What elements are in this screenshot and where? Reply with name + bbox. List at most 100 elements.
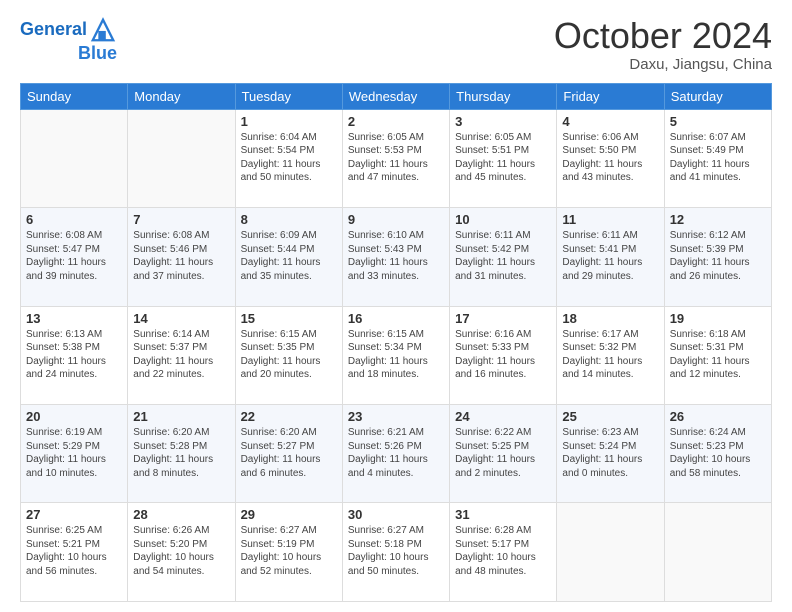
calendar-cell: 11Sunrise: 6:11 AM Sunset: 5:41 PM Dayli…	[557, 208, 664, 306]
calendar-cell	[557, 503, 664, 602]
day-info: Sunrise: 6:26 AM Sunset: 5:20 PM Dayligh…	[133, 524, 229, 578]
calendar-cell: 28 Sunrise: 6:26 AM Sunset: 5:20 PM Dayli…	[128, 503, 235, 602]
day-info: Sunrise: 6:15 AM Sunset: 5:34 PM Dayligh…	[348, 328, 444, 382]
day-info: Sunrise: 6:14 AM Sunset: 5:37 PM Dayligh…	[133, 328, 229, 382]
day-number: 10	[455, 212, 551, 227]
logo-icon	[89, 16, 117, 44]
day-info: Sunrise: 6:20 AM Sunset: 5:27 PM Dayligh…	[241, 426, 337, 480]
calendar-cell: 17 Sunrise: 6:16 AM Sunset: 5:33 PM Dayli…	[450, 306, 557, 404]
day-info: Sunrise: 6:27 AM Sunset: 5:18 PM Dayligh…	[348, 524, 444, 578]
calendar-cell: 14 Sunrise: 6:14 AM Sunset: 5:37 PM Dayli…	[128, 306, 235, 404]
day-info: Sunrise: 6:04 AM Sunset: 5:54 PM Dayligh…	[241, 131, 337, 185]
weekday-header-sunday: Sunday	[21, 83, 128, 109]
day-number: 3	[455, 114, 551, 129]
day-number: 4	[562, 114, 658, 129]
day-info: Sunrise: 6:06 AM Sunset: 5:50 PM Dayligh…	[562, 131, 658, 185]
calendar-cell: 6 Sunrise: 6:08 AM Sunset: 5:47 PM Daylig…	[21, 208, 128, 306]
calendar-table: SundayMondayTuesdayWednesdayThursdayFrid…	[20, 83, 772, 602]
day-info: Sunrise: 6:12 AM Sunset: 5:39 PM Dayligh…	[670, 229, 766, 283]
day-number: 23	[348, 409, 444, 424]
day-number: 31	[455, 507, 551, 522]
logo-subtext: Blue	[78, 44, 117, 64]
calendar-cell	[128, 109, 235, 207]
logo: General Blue	[20, 16, 117, 64]
calendar-cell: 22 Sunrise: 6:20 AM Sunset: 5:27 PM Dayli…	[235, 405, 342, 503]
day-info: Sunrise: 6:17 AM Sunset: 5:32 PM Dayligh…	[562, 328, 658, 382]
calendar-cell: 8Sunrise: 6:09 AM Sunset: 5:44 PM Daylig…	[235, 208, 342, 306]
day-info: Sunrise: 6:09 AM Sunset: 5:44 PM Dayligh…	[241, 229, 337, 283]
day-number: 5	[670, 114, 766, 129]
logo-text: General	[20, 20, 87, 40]
calendar-week-row: 6 Sunrise: 6:08 AM Sunset: 5:47 PM Daylig…	[21, 208, 772, 306]
weekday-header-monday: Monday	[128, 83, 235, 109]
day-info: Sunrise: 6:07 AM Sunset: 5:49 PM Dayligh…	[670, 131, 766, 185]
calendar-cell: 1Sunrise: 6:04 AM Sunset: 5:54 PM Daylig…	[235, 109, 342, 207]
calendar-week-row: 20Sunrise: 6:19 AM Sunset: 5:29 PM Dayli…	[21, 405, 772, 503]
calendar-week-row: 13 Sunrise: 6:13 AM Sunset: 5:38 PM Dayli…	[21, 306, 772, 404]
day-number: 26	[670, 409, 766, 424]
day-number: 17	[455, 311, 551, 326]
calendar-cell: 2 Sunrise: 6:05 AM Sunset: 5:53 PM Daylig…	[342, 109, 449, 207]
day-number: 27	[26, 507, 122, 522]
calendar-cell: 25 Sunrise: 6:23 AM Sunset: 5:24 PM Dayli…	[557, 405, 664, 503]
calendar-cell: 5 Sunrise: 6:07 AM Sunset: 5:49 PM Daylig…	[664, 109, 771, 207]
calendar-cell: 20Sunrise: 6:19 AM Sunset: 5:29 PM Dayli…	[21, 405, 128, 503]
header: General Blue October 2024 Daxu, Jiangsu,…	[20, 16, 772, 73]
day-number: 21	[133, 409, 229, 424]
day-info: Sunrise: 6:16 AM Sunset: 5:33 PM Dayligh…	[455, 328, 551, 382]
day-number: 14	[133, 311, 229, 326]
day-info: Sunrise: 6:13 AM Sunset: 5:38 PM Dayligh…	[26, 328, 122, 382]
calendar-cell: 4 Sunrise: 6:06 AM Sunset: 5:50 PM Daylig…	[557, 109, 664, 207]
calendar-cell: 23 Sunrise: 6:21 AM Sunset: 5:26 PM Dayli…	[342, 405, 449, 503]
day-info: Sunrise: 6:21 AM Sunset: 5:26 PM Dayligh…	[348, 426, 444, 480]
day-number: 24	[455, 409, 551, 424]
day-info: Sunrise: 6:08 AM Sunset: 5:47 PM Dayligh…	[26, 229, 122, 283]
day-number: 20	[26, 409, 122, 424]
calendar-header-row: SundayMondayTuesdayWednesdayThursdayFrid…	[21, 83, 772, 109]
calendar-cell: 7Sunrise: 6:08 AM Sunset: 5:46 PM Daylig…	[128, 208, 235, 306]
page: General Blue October 2024 Daxu, Jiangsu,…	[0, 0, 792, 612]
day-info: Sunrise: 6:05 AM Sunset: 5:51 PM Dayligh…	[455, 131, 551, 185]
calendar-cell	[21, 109, 128, 207]
day-number: 25	[562, 409, 658, 424]
calendar-cell: 26Sunrise: 6:24 AM Sunset: 5:23 PM Dayli…	[664, 405, 771, 503]
calendar-cell: 31 Sunrise: 6:28 AM Sunset: 5:17 PM Dayli…	[450, 503, 557, 602]
day-number: 22	[241, 409, 337, 424]
title-block: October 2024 Daxu, Jiangsu, China	[554, 16, 772, 73]
day-info: Sunrise: 6:22 AM Sunset: 5:25 PM Dayligh…	[455, 426, 551, 480]
calendar-cell: 18Sunrise: 6:17 AM Sunset: 5:32 PM Dayli…	[557, 306, 664, 404]
day-info: Sunrise: 6:10 AM Sunset: 5:43 PM Dayligh…	[348, 229, 444, 283]
calendar-week-row: 27 Sunrise: 6:25 AM Sunset: 5:21 PM Dayli…	[21, 503, 772, 602]
day-number: 29	[241, 507, 337, 522]
day-number: 15	[241, 311, 337, 326]
day-info: Sunrise: 6:05 AM Sunset: 5:53 PM Dayligh…	[348, 131, 444, 185]
day-number: 6	[26, 212, 122, 227]
day-info: Sunrise: 6:15 AM Sunset: 5:35 PM Dayligh…	[241, 328, 337, 382]
calendar-cell: 12Sunrise: 6:12 AM Sunset: 5:39 PM Dayli…	[664, 208, 771, 306]
calendar-cell: 9Sunrise: 6:10 AM Sunset: 5:43 PM Daylig…	[342, 208, 449, 306]
day-number: 28	[133, 507, 229, 522]
calendar-cell: 10 Sunrise: 6:11 AM Sunset: 5:42 PM Dayli…	[450, 208, 557, 306]
day-info: Sunrise: 6:28 AM Sunset: 5:17 PM Dayligh…	[455, 524, 551, 578]
day-number: 11	[562, 212, 658, 227]
day-number: 30	[348, 507, 444, 522]
weekday-header-wednesday: Wednesday	[342, 83, 449, 109]
day-info: Sunrise: 6:27 AM Sunset: 5:19 PM Dayligh…	[241, 524, 337, 578]
calendar-cell: 13 Sunrise: 6:13 AM Sunset: 5:38 PM Dayli…	[21, 306, 128, 404]
calendar-cell: 21 Sunrise: 6:20 AM Sunset: 5:28 PM Dayli…	[128, 405, 235, 503]
day-info: Sunrise: 6:11 AM Sunset: 5:42 PM Dayligh…	[455, 229, 551, 283]
calendar-cell: 3 Sunrise: 6:05 AM Sunset: 5:51 PM Daylig…	[450, 109, 557, 207]
calendar-cell: 27 Sunrise: 6:25 AM Sunset: 5:21 PM Dayli…	[21, 503, 128, 602]
calendar-cell: 29 Sunrise: 6:27 AM Sunset: 5:19 PM Dayli…	[235, 503, 342, 602]
weekday-header-thursday: Thursday	[450, 83, 557, 109]
day-info: Sunrise: 6:23 AM Sunset: 5:24 PM Dayligh…	[562, 426, 658, 480]
calendar-cell: 30 Sunrise: 6:27 AM Sunset: 5:18 PM Dayli…	[342, 503, 449, 602]
day-number: 7	[133, 212, 229, 227]
calendar-cell: 19Sunrise: 6:18 AM Sunset: 5:31 PM Dayli…	[664, 306, 771, 404]
day-number: 2	[348, 114, 444, 129]
day-number: 13	[26, 311, 122, 326]
calendar-cell: 16Sunrise: 6:15 AM Sunset: 5:34 PM Dayli…	[342, 306, 449, 404]
day-info: Sunrise: 6:20 AM Sunset: 5:28 PM Dayligh…	[133, 426, 229, 480]
day-info: Sunrise: 6:25 AM Sunset: 5:21 PM Dayligh…	[26, 524, 122, 578]
calendar-cell: 15 Sunrise: 6:15 AM Sunset: 5:35 PM Dayli…	[235, 306, 342, 404]
